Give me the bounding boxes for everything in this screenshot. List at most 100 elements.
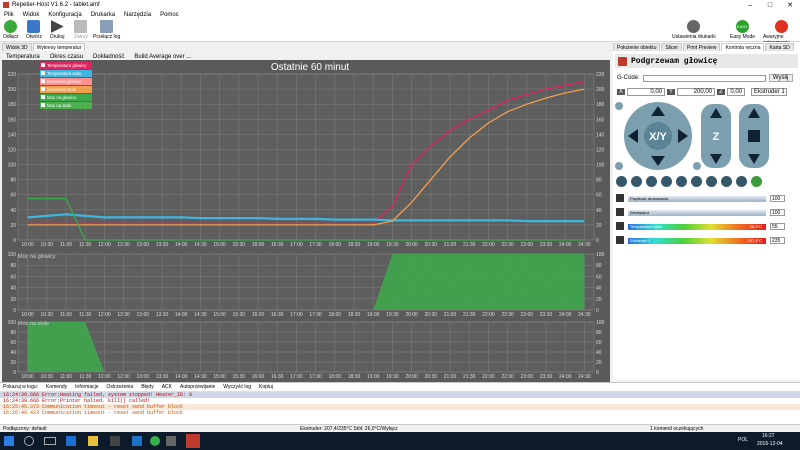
y-tick-label: 0 <box>13 238 16 244</box>
extruder-temp-value[interactable]: 235 <box>770 237 785 244</box>
gcode-label: G-Code: <box>617 75 640 81</box>
x-tick-label: 21:00 <box>444 374 457 380</box>
bed-temp-slider[interactable]: Temperatura stołu 26,3°C <box>628 224 766 230</box>
connect-button[interactable]: Odłącz <box>3 20 19 40</box>
log-copy-button[interactable]: Kopiuj <box>259 384 273 390</box>
legend-label: Moc na głowicy <box>47 95 77 100</box>
log-commands-toggle[interactable]: Komendy <box>46 384 67 390</box>
preset-4-icon[interactable] <box>721 176 732 187</box>
start-icon[interactable] <box>4 436 14 446</box>
gcode-input[interactable] <box>642 74 766 82</box>
menu-config[interactable]: Konfiguracja <box>48 12 81 18</box>
explorer-icon[interactable] <box>88 436 98 446</box>
x-tick-label: 20:00 <box>405 312 418 318</box>
printer-icon[interactable] <box>631 176 642 187</box>
legend-checkbox <box>41 79 45 83</box>
y-tick-label: 100 <box>8 163 17 169</box>
preset-2-icon[interactable] <box>691 176 702 187</box>
open-button[interactable]: Otwórz <box>26 20 42 40</box>
preset-3-icon[interactable] <box>706 176 717 187</box>
log-info-toggle[interactable]: Informacje <box>75 384 98 390</box>
log-autoscroll-toggle[interactable]: Autoprzewijanie <box>180 384 215 390</box>
close-button[interactable]: ✕ <box>780 0 800 10</box>
maximize-button[interactable]: □ <box>760 0 780 10</box>
speed-slider[interactable]: Prędkość drukowania <box>628 196 766 202</box>
bed-temp-value[interactable]: 55 <box>770 223 785 230</box>
x-tick-label: 20:30 <box>425 242 438 248</box>
menu-tools[interactable]: Narzędzia <box>124 12 151 18</box>
preset-5-icon[interactable] <box>736 176 747 187</box>
minimize-button[interactable]: – <box>740 0 760 10</box>
extruder-select[interactable]: Ekstruder 1 <box>751 88 787 96</box>
home-y-icon[interactable] <box>615 162 623 170</box>
svg-text:X/Y: X/Y <box>649 131 667 143</box>
tab-manual-control[interactable]: Kontrola ręczna <box>721 43 765 51</box>
chrome-icon[interactable] <box>150 436 160 446</box>
fan-slider[interactable]: Wentylator <box>628 210 766 216</box>
tab-sd-card[interactable]: Karta SD <box>765 43 794 51</box>
search-icon[interactable] <box>24 436 34 446</box>
tab-slicer[interactable]: Slicer <box>661 43 682 51</box>
menu-build-average[interactable]: Build Average over ... <box>134 54 191 60</box>
y-tick-label: 0 <box>13 308 16 314</box>
edge-icon[interactable] <box>66 436 76 446</box>
y-tick-label: 20 <box>596 223 602 229</box>
x-tick-label: 17:30 <box>309 374 322 380</box>
tab-object-placement[interactable]: Położenie obiektu <box>613 43 661 51</box>
store-icon[interactable] <box>110 436 120 446</box>
task-view-icon[interactable] <box>44 437 56 445</box>
menu-help[interactable]: Pomoc <box>160 12 179 18</box>
menu-printer[interactable]: Drukarka <box>91 12 115 18</box>
z-position: 0,00 <box>727 88 745 96</box>
speed-value[interactable]: 100 <box>770 195 785 202</box>
quick-buttons <box>616 176 762 187</box>
repetier-taskbar-icon[interactable] <box>186 434 200 448</box>
x-tick-label: 10:30 <box>41 242 54 248</box>
extruder-temp-slider[interactable]: Ekstruder 1 207,4°C <box>628 238 766 244</box>
clock-date[interactable]: 2016-12-04 <box>757 441 783 447</box>
home-icon[interactable] <box>615 102 623 110</box>
log-errors-toggle[interactable]: Błędy <box>141 384 154 390</box>
send-button[interactable]: Wyślij <box>768 74 793 82</box>
menu-bar: Plik Widok Konfiguracja Drukarka Narzędz… <box>0 10 800 19</box>
clock-time[interactable]: 16:27 <box>762 433 775 439</box>
toggle-log-button[interactable]: Przełącz log <box>93 20 120 40</box>
log-warnings-toggle[interactable]: Ostrzeżenia <box>107 384 134 390</box>
app-icon[interactable] <box>132 436 142 446</box>
menu-time-period[interactable]: Okres czasu <box>50 54 83 60</box>
tab-3d-view[interactable]: Widok 3D <box>2 43 32 51</box>
help-icon[interactable] <box>751 176 762 187</box>
fan-icon[interactable] <box>646 176 657 187</box>
x-tick-label: 16:30 <box>271 242 284 248</box>
menu-view[interactable]: Widok <box>23 12 40 18</box>
y-tick-label: 60 <box>10 340 16 346</box>
preset-1-icon[interactable] <box>676 176 687 187</box>
menu-file[interactable]: Plik <box>4 12 14 18</box>
x-tick-label: 14:30 <box>194 242 207 248</box>
pause-button[interactable]: Zatrzy <box>74 20 88 40</box>
app-icon[interactable] <box>166 436 176 446</box>
language-indicator[interactable]: POL <box>738 437 748 443</box>
x-tick-label: 22:00 <box>482 374 495 380</box>
power-icon <box>4 20 18 33</box>
menu-precision[interactable]: Dokładność <box>93 54 124 60</box>
print-button[interactable]: Drukuj <box>50 20 64 40</box>
y-tick-label: 100 <box>596 320 605 326</box>
y-tick-label: 20 <box>10 297 16 303</box>
tab-temperature-charts[interactable]: Wykresy temperatur <box>32 43 86 51</box>
menu-temperature[interactable]: Temperatura <box>6 54 40 60</box>
y-tick-label: 100 <box>8 320 17 326</box>
x-tick-label: 13:30 <box>156 374 169 380</box>
printer-settings-button[interactable]: Ustawienia drukarki <box>672 20 716 40</box>
easy-mode-button[interactable]: EASY Easy Mode <box>730 20 755 40</box>
tab-print-preview[interactable]: Print Preview <box>683 43 721 51</box>
legend-checkbox <box>41 95 45 99</box>
x-tick-label: 23:30 <box>540 374 553 380</box>
power-icon[interactable] <box>616 176 627 187</box>
home-x-icon[interactable] <box>693 162 701 170</box>
fan-value[interactable]: 100 <box>770 209 785 216</box>
log-clear-button[interactable]: Wyczyść log <box>223 384 251 390</box>
park-icon[interactable] <box>661 176 672 187</box>
log-ack-toggle[interactable]: ACK <box>162 384 172 390</box>
x-tick-label: 15:00 <box>213 242 226 248</box>
